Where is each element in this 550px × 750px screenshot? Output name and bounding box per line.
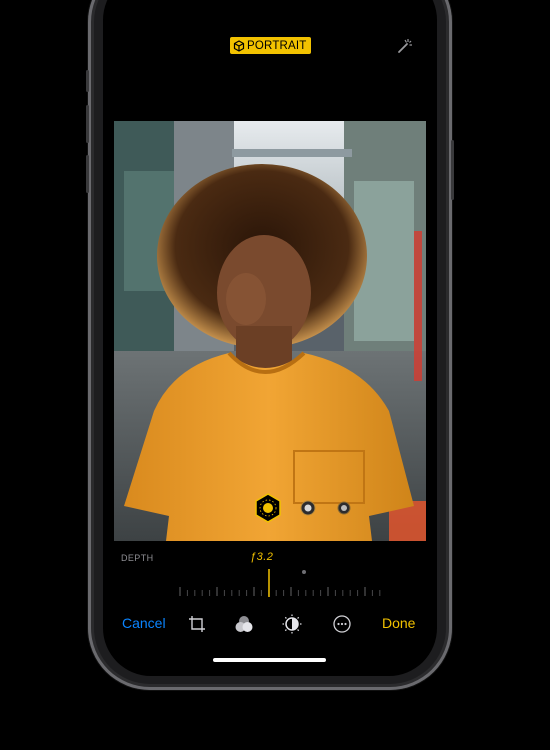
volume-down-button [86,155,89,193]
notch [184,0,356,18]
portrait-mode-badge[interactable]: PORTRAIT [230,37,311,54]
depth-slider[interactable] [150,563,400,603]
lighting-selector[interactable] [252,492,362,524]
slider-default-marker [302,570,306,574]
portrait-mode-label: PORTRAIT [247,39,307,52]
cancel-button[interactable]: Cancel [122,615,166,631]
adjust-icon[interactable] [282,614,302,634]
depth-label: DEPTH [121,553,154,563]
portrait-photo[interactable] [114,121,426,541]
done-button[interactable]: Done [382,615,415,631]
contour-light-icon[interactable] [337,501,351,515]
crop-rotate-icon[interactable] [187,614,207,634]
studio-light-icon[interactable] [300,500,316,516]
power-button [451,140,454,200]
slider-ticks [179,587,381,596]
volume-up-button [86,105,89,143]
filters-icon[interactable] [234,614,254,634]
photo-image [114,121,426,541]
more-icon[interactable] [332,614,352,634]
volume-button [86,70,89,92]
cube-icon [233,39,245,52]
natural-light-icon[interactable] [255,493,281,523]
magic-wand-icon[interactable] [394,36,414,56]
depth-value: ƒ3.2 [250,551,274,563]
home-indicator[interactable] [213,658,326,662]
